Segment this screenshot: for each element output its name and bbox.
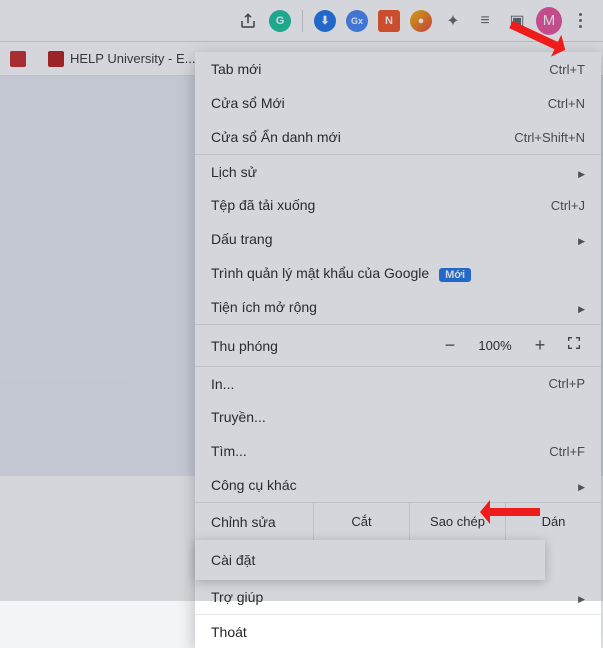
submenu-arrow-icon bbox=[574, 164, 585, 180]
annotation-arrow-settings-icon bbox=[480, 498, 540, 531]
zoom-out-button[interactable]: − bbox=[433, 335, 467, 356]
menu-incognito[interactable]: Cửa sổ Ẩn danh mới Ctrl+Shift+N bbox=[195, 120, 601, 154]
edit-label: Chỉnh sửa bbox=[195, 503, 313, 540]
cut-button[interactable]: Cắt bbox=[313, 503, 409, 540]
chrome-main-menu: Tab mới Ctrl+T Cửa sổ Mới Ctrl+N Cửa sổ … bbox=[195, 52, 601, 648]
zoom-percentage: 100% bbox=[467, 338, 523, 353]
menu-edit-row: Chỉnh sửa Cắt Sao chép Dán bbox=[195, 502, 601, 540]
menu-settings[interactable]: Cài đặt bbox=[195, 540, 545, 580]
zoom-in-button[interactable]: + bbox=[523, 335, 557, 356]
translate-ext-icon[interactable]: Gx bbox=[344, 8, 370, 34]
submenu-arrow-icon bbox=[574, 589, 585, 605]
grammarly-ext-icon[interactable]: G bbox=[267, 8, 293, 34]
menu-help[interactable]: Trợ giúp bbox=[195, 580, 601, 614]
share-icon[interactable] bbox=[235, 8, 261, 34]
bookmark-item[interactable]: HELP University - E... bbox=[48, 51, 195, 67]
menu-exit[interactable]: Thoát bbox=[195, 614, 601, 648]
new-badge: Mới bbox=[439, 268, 471, 282]
reading-list-icon[interactable]: ≡ bbox=[472, 8, 498, 34]
submenu-arrow-icon bbox=[574, 477, 585, 493]
menu-more-tools[interactable]: Công cụ khác bbox=[195, 468, 601, 502]
menu-extensions[interactable]: Tiện ích mở rộng bbox=[195, 290, 601, 324]
submenu-arrow-icon bbox=[574, 299, 585, 315]
chrome-menu-button[interactable] bbox=[565, 6, 595, 36]
download-ext-icon[interactable]: ⬇ bbox=[312, 8, 338, 34]
menu-downloads[interactable]: Tệp đã tải xuống Ctrl+J bbox=[195, 188, 601, 222]
menu-password-manager[interactable]: Trình quản lý mật khẩu của Google Mới bbox=[195, 256, 601, 290]
menu-find[interactable]: Tìm... Ctrl+F bbox=[195, 434, 601, 468]
menu-history[interactable]: Lịch sử bbox=[195, 154, 601, 188]
menu-bookmarks[interactable]: Dấu trang bbox=[195, 222, 601, 256]
menu-cast[interactable]: Truyền... bbox=[195, 400, 601, 434]
menu-print[interactable]: In... Ctrl+P bbox=[195, 366, 601, 400]
menu-new-window[interactable]: Cửa sổ Mới Ctrl+N bbox=[195, 86, 601, 120]
onenote-ext-icon[interactable]: N bbox=[376, 8, 402, 34]
menu-zoom-row: Thu phóng − 100% + bbox=[195, 324, 601, 366]
bookmark-item[interactable]: A bbox=[10, 51, 32, 67]
submenu-arrow-icon bbox=[574, 231, 585, 247]
extensions-puzzle-icon[interactable]: ✦ bbox=[440, 8, 466, 34]
savefrom-ext-icon[interactable]: ● bbox=[408, 8, 434, 34]
fullscreen-icon[interactable] bbox=[557, 335, 591, 356]
